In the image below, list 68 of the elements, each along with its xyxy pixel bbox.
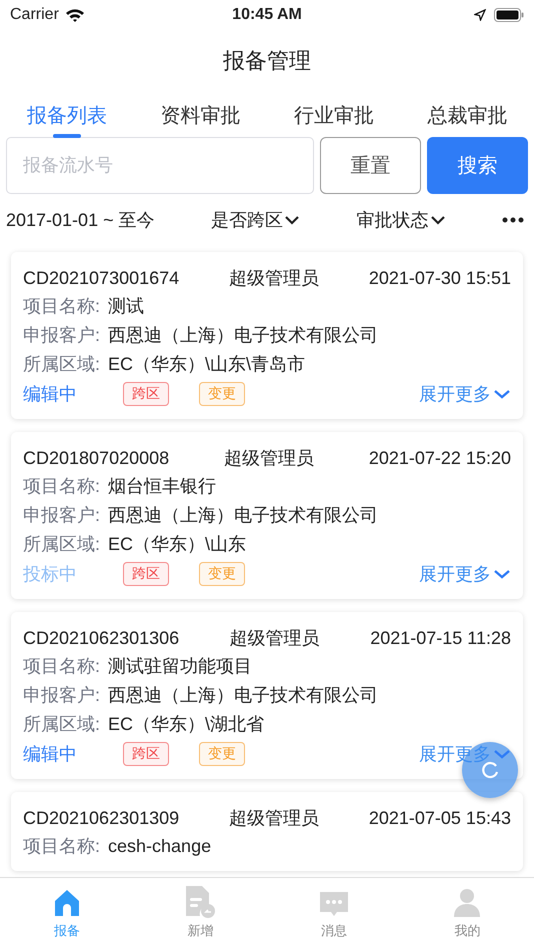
chevron-down-icon [493,569,511,579]
more-icon[interactable] [502,217,524,223]
field-value: 测试驻留功能项目 [108,655,252,678]
serial-number: CD2021062301306 [23,627,180,650]
approval-status-dropdown[interactable]: 审批状态 [356,208,446,232]
field-label: 申报客户: [23,504,100,527]
field-label: 项目名称: [23,835,100,858]
bottom-tab[interactable]: 新增 [160,878,240,950]
status-label: 编辑中 [23,743,78,766]
page-title: 报备管理 [222,47,312,75]
person-icon [453,888,482,918]
chevron-down-icon [430,215,446,225]
user-name: 超级管理员 [224,447,314,470]
report-card[interactable]: CD2021062301309 超级管理员 2021-07-05 15:43 项目名称: cesh-change [11,792,523,871]
status-label: 投标中 [23,563,78,586]
wifi-icon [64,8,85,22]
document-icon [184,884,216,918]
cross-region-dropdown[interactable]: 是否跨区 [211,208,300,232]
bottom-tab[interactable]: 我的 [427,878,508,950]
field-label: 项目名称: [23,655,100,678]
field-label: 项目名称: [23,475,100,498]
field-label: 申报客户: [23,324,100,347]
field-value: 西恩迪（上海）电子技术有限公司 [108,324,378,347]
report-card[interactable]: CD201807020008 超级管理员 2021-07-22 15:20 项目名称: 烟台恒丰银行 申报客户: 西恩迪（上海）电子技术有限公司 所属区域: EC（华东）\山东 投标中 跨区 变更 展开更多 [11,432,523,599]
field-label: 所属区域: [23,533,100,556]
reset-button[interactable]: 重置 [320,137,421,194]
tag: 跨区 [123,742,169,766]
user-name: 超级管理员 [230,627,320,650]
field-value: EC（华东）\山东 [108,533,246,556]
field-value: EC（华东）\湖北省 [108,713,264,736]
status-label: 编辑中 [23,383,78,406]
field-value: 西恩迪（上海）电子技术有限公司 [108,504,378,527]
chevron-down-icon [284,215,300,225]
user-name: 超级管理员 [229,807,319,830]
chevron-down-icon [493,389,511,399]
timestamp: 2021-07-15 11:28 [370,627,511,650]
location-arrow-icon [474,9,486,21]
field-value: EC（华东）\山东\青岛市 [108,353,306,376]
field-value: 烟台恒丰银行 [108,475,216,498]
clock-time: 10:45 AM [232,6,302,24]
serial-number: CD2021062301309 [23,807,180,830]
field-value: 测试 [108,295,144,318]
date-range-filter[interactable]: 2017-01-01 ~ 至今 [6,208,155,232]
carrier-label: Carrier [10,6,59,24]
chat-bubble-icon [318,890,350,918]
search-button[interactable]: 搜索 [427,137,528,194]
field-label: 所属区域: [23,713,100,736]
search-field[interactable]: 报备流水号 [6,137,314,194]
tag: 变更 [199,742,245,766]
field-label: 申报客户: [23,684,100,707]
serial-number: CD2021073001674 [23,267,180,290]
user-name: 超级管理员 [229,267,319,290]
timestamp: 2021-07-05 15:43 [368,807,511,830]
field-value: cesh-change [108,835,212,858]
field-label: 项目名称: [23,295,100,318]
tag: 变更 [199,562,245,586]
tag: 变更 [199,382,245,406]
timestamp: 2021-07-30 15:51 [368,267,511,290]
tag: 跨区 [123,562,169,586]
field-label: 所属区域: [23,353,100,376]
tag: 跨区 [123,382,169,406]
chevron-down-icon [493,749,511,759]
timestamp: 2021-07-22 15:20 [368,447,511,470]
report-card[interactable]: CD2021073001674 超级管理员 2021-07-30 15:51 项目名称: 测试 申报客户: 西恩迪（上海）电子技术有限公司 所属区域: EC（华东）\山东\青岛市 编辑中 跨区 变更 展开更多 [11,252,523,419]
bottom-tab[interactable]: 消息 [294,878,374,950]
field-value: 西恩迪（上海）电子技术有限公司 [108,684,378,707]
battery-icon [494,8,524,22]
serial-number: CD201807020008 [23,447,170,470]
